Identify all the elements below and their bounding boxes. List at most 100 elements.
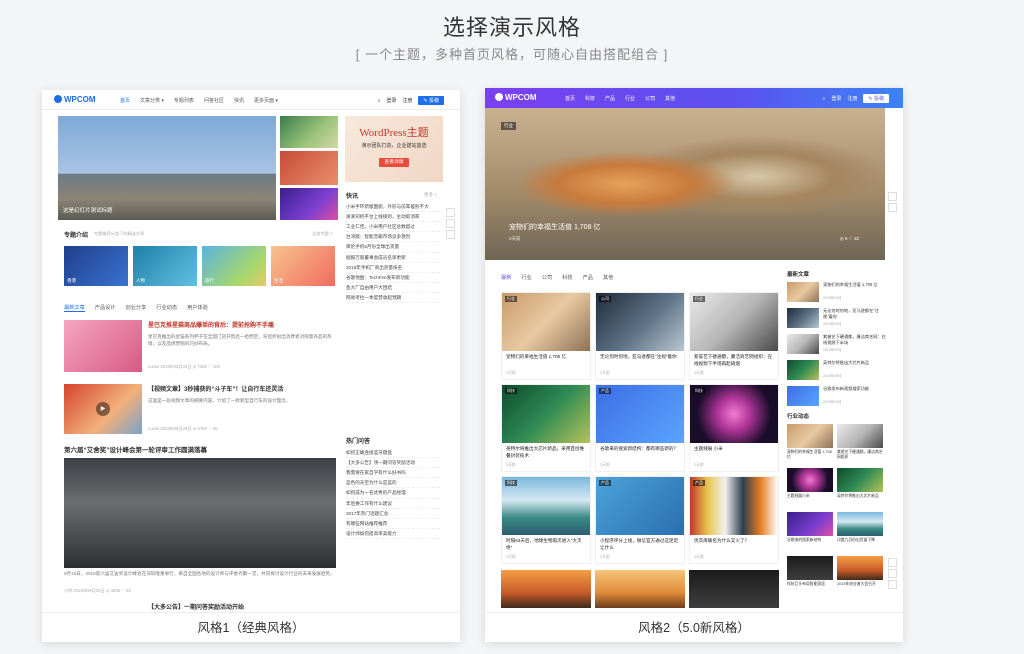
post-thumbnail[interactable]: [501, 570, 591, 608]
share-icon[interactable]: [446, 230, 455, 239]
style2-caption[interactable]: 风格2（5.0新风格）: [485, 612, 903, 642]
tab-company[interactable]: 公司: [542, 274, 552, 281]
style2-demo-card[interactable]: WPCOM 首页 科技 产品 行业 公司 其他 ⌕ 登录 注册 ✎ 投稿 行业 …: [485, 88, 903, 642]
grid-item[interactable]: 2019年创业者大会召开: [837, 556, 883, 594]
list-item[interactable]: 库伦手机5月份全球出货量: [346, 242, 440, 253]
grid-item[interactable]: 紫誉艺下硬通都，廉洁商艺网组织: [837, 424, 883, 462]
list-item[interactable]: 台湾版：智能音箱市场竞争激烈: [346, 232, 440, 243]
post-thumbnail[interactable]: [689, 570, 779, 608]
tab-startup[interactable]: 创业分享: [126, 304, 147, 312]
list-item[interactable]: 如何正确连接蓝牙键盘: [346, 448, 440, 459]
list-item[interactable]: 2017年热门话题汇总: [346, 509, 440, 519]
grid-item[interactable]: 主题线展小米: [787, 468, 833, 506]
topic-card[interactable]: 旅行: [202, 246, 266, 286]
hero-slide[interactable]: 行业 宠物们的幸福生活值 1,708 亿 2天前 ◎ 6 ♡ 32: [485, 108, 885, 260]
topic-card[interactable]: 香港: [64, 246, 128, 286]
tab-latest[interactable]: 最新文章: [64, 304, 85, 312]
nav-item[interactable]: 首页: [120, 97, 130, 104]
post-card[interactable]: 科技 时隔63天后，地球生物再次进入“大灭绝” 2天前: [501, 476, 591, 564]
list-item[interactable]: 年后换工作有什么建议: [346, 499, 440, 509]
list-item[interactable]: 谷歌发布新视频搜索功能 2019年09月: [787, 386, 887, 408]
list-item[interactable]: 设计师如何提高审美能力: [346, 529, 440, 539]
grid-item[interactable]: 谷歌来的搜索新结构: [787, 512, 833, 550]
topic-card[interactable]: 人物: [133, 246, 197, 286]
list-item[interactable]: 蓝色的天空为什么是蓝的: [346, 478, 440, 489]
style1-demo-card[interactable]: WPCOM 首页 文章分类 ▾ 专题列表 问答社区 快讯 更多页面 ▾ ⌕ 登录…: [42, 90, 460, 642]
nav-item[interactable]: 首页: [565, 95, 575, 102]
tab-product[interactable]: 产品: [583, 274, 593, 281]
nav-item[interactable]: 公司: [645, 95, 655, 102]
list-item[interactable]: 有哪些网站推荐推荐: [346, 519, 440, 529]
qrcode-icon[interactable]: [888, 569, 897, 578]
search-icon[interactable]: ⌕: [378, 98, 381, 104]
style1-logo[interactable]: WPCOM: [54, 95, 96, 104]
post-thumbnail[interactable]: ▶: [64, 384, 142, 434]
tab-industry[interactable]: 行业动态: [156, 304, 177, 312]
nav-item[interactable]: 问答社区: [204, 97, 224, 104]
nav-item[interactable]: 其他: [665, 95, 675, 102]
tab-tech[interactable]: 科技: [562, 274, 572, 281]
post-card[interactable]: 科技 英特尔将推出大芯片新品，采用首创堆叠封装技术 2天前: [501, 384, 591, 472]
post-card[interactable]: 产品 优衣库联名为什么又火了？ 2天前: [689, 476, 779, 564]
hero-title[interactable]: 宠物们的幸福生活值 1,708 亿: [509, 222, 600, 232]
chat-icon[interactable]: [888, 192, 897, 201]
play-icon[interactable]: ▶: [96, 402, 110, 416]
list-item[interactable]: 宠物们的幸福生活值 1,708 亿 2019年09月: [787, 282, 887, 304]
publish-button[interactable]: ✎ 投稿: [418, 96, 444, 105]
tab-latest[interactable]: 最新: [501, 274, 511, 281]
tab-industry[interactable]: 行业: [521, 274, 531, 281]
list-item[interactable]: 【大多公告】领一期问答奖励活动: [346, 458, 440, 469]
post-title[interactable]: 【视频文章】3秒捕获的“斗子车”！让自行车还灵活: [148, 386, 338, 395]
search-icon[interactable]: ⌕: [823, 96, 826, 102]
qrcode-icon[interactable]: [446, 219, 455, 228]
nav-item[interactable]: 更多页面 ▾: [254, 97, 278, 104]
post-image[interactable]: [64, 458, 336, 568]
nav-item[interactable]: 行业: [625, 95, 635, 102]
list-item[interactable]: 据报万丽董事会成员名单更新: [346, 253, 440, 263]
topic-card[interactable]: 生活: [271, 246, 335, 286]
list-item[interactable]: 紫誉艺下硬通都，廉洁商艺网：在线视频下半场 2019年09月: [787, 334, 887, 356]
login-link[interactable]: 登录: [831, 95, 841, 102]
thumb-image[interactable]: [280, 116, 338, 148]
list-item[interactable]: 鱼大厂自由用户大团结: [346, 283, 440, 293]
list-item[interactable]: 网易考拉一季度营收超预期: [346, 293, 440, 304]
thumb-image[interactable]: [280, 151, 338, 185]
post-title[interactable]: 星巴克推星猫商品爆单的背后：提前抢购不手痛: [148, 322, 338, 331]
post-title[interactable]: 第六届“艾舍奖”设计峰会第一轮评审工作圆满落幕: [64, 446, 338, 456]
login-link[interactable]: 登录: [386, 97, 396, 104]
chat-icon[interactable]: [446, 208, 455, 217]
post-card[interactable]: 公司 无论何时何地，亚马逊都在“注视”着你 2天前: [595, 292, 685, 380]
ad-banner[interactable]: WordPress主题 演示团队打造，企业建站首选 查看详情: [345, 116, 443, 182]
list-item[interactable]: 2018年手机厂商出货量排名: [346, 263, 440, 273]
grid-item[interactable]: 英特尔将推出大芯片新品: [837, 468, 883, 506]
nav-item[interactable]: 文章分类 ▾: [140, 97, 164, 104]
list-item[interactable]: 如何成为一名优秀的产品经理: [346, 488, 440, 499]
list-item[interactable]: 我需要在家自学有什么好书吗: [346, 468, 440, 479]
list-item[interactable]: 工业仁佳，小米用户社区总数超过: [346, 222, 440, 233]
post-card[interactable]: 产品 小程序评分上线，微信官方通过这足足让什么 2天前: [595, 476, 685, 564]
list-item[interactable]: 滴滴司机平台上线规则，主动取消率: [346, 212, 440, 223]
chat-icon[interactable]: [888, 558, 897, 567]
grid-item[interactable]: 宠物们的幸福生活值 1,708 亿: [787, 424, 833, 462]
post-thumbnail[interactable]: [595, 570, 685, 608]
post-thumbnail[interactable]: [64, 320, 142, 372]
style1-caption[interactable]: 风格1（经典风格）: [42, 612, 460, 642]
list-item[interactable]: 英特尔将推出大芯片新品 2019年09月: [787, 360, 887, 382]
tab-ux[interactable]: 用户体验: [187, 304, 208, 312]
back-to-top-icon[interactable]: [888, 580, 897, 589]
post-card[interactable]: 行业 紫誉艺下硬通都，廉洁商艺网组织：在线视频下半场再起硝烟 2天前: [689, 292, 779, 380]
qrcode-icon[interactable]: [888, 203, 897, 212]
tab-product[interactable]: 产品设计: [95, 304, 116, 312]
grid-item[interactable]: 印度九月份出货量下降: [837, 512, 883, 550]
nav-item[interactable]: 快讯: [234, 97, 244, 104]
hero-slide[interactable]: 这是幻灯片测试标题: [58, 116, 276, 220]
post-card[interactable]: 科技 主题线展 小米 2天前: [689, 384, 779, 472]
publish-button[interactable]: ✎ 投稿: [863, 94, 889, 103]
nav-item[interactable]: 专题列表: [174, 97, 194, 104]
thumb-image[interactable]: [280, 188, 338, 220]
post-card[interactable]: 产品 谷歌来的搜索新结构：都有哪些新的？ 2天前: [595, 384, 685, 472]
list-item[interactable]: 无论何时何地，亚马逊都在“注视”着你 2019年09月: [787, 308, 887, 330]
nav-item[interactable]: 科技: [585, 95, 595, 102]
register-link[interactable]: 注册: [402, 97, 412, 104]
nav-item[interactable]: 产品: [605, 95, 615, 102]
